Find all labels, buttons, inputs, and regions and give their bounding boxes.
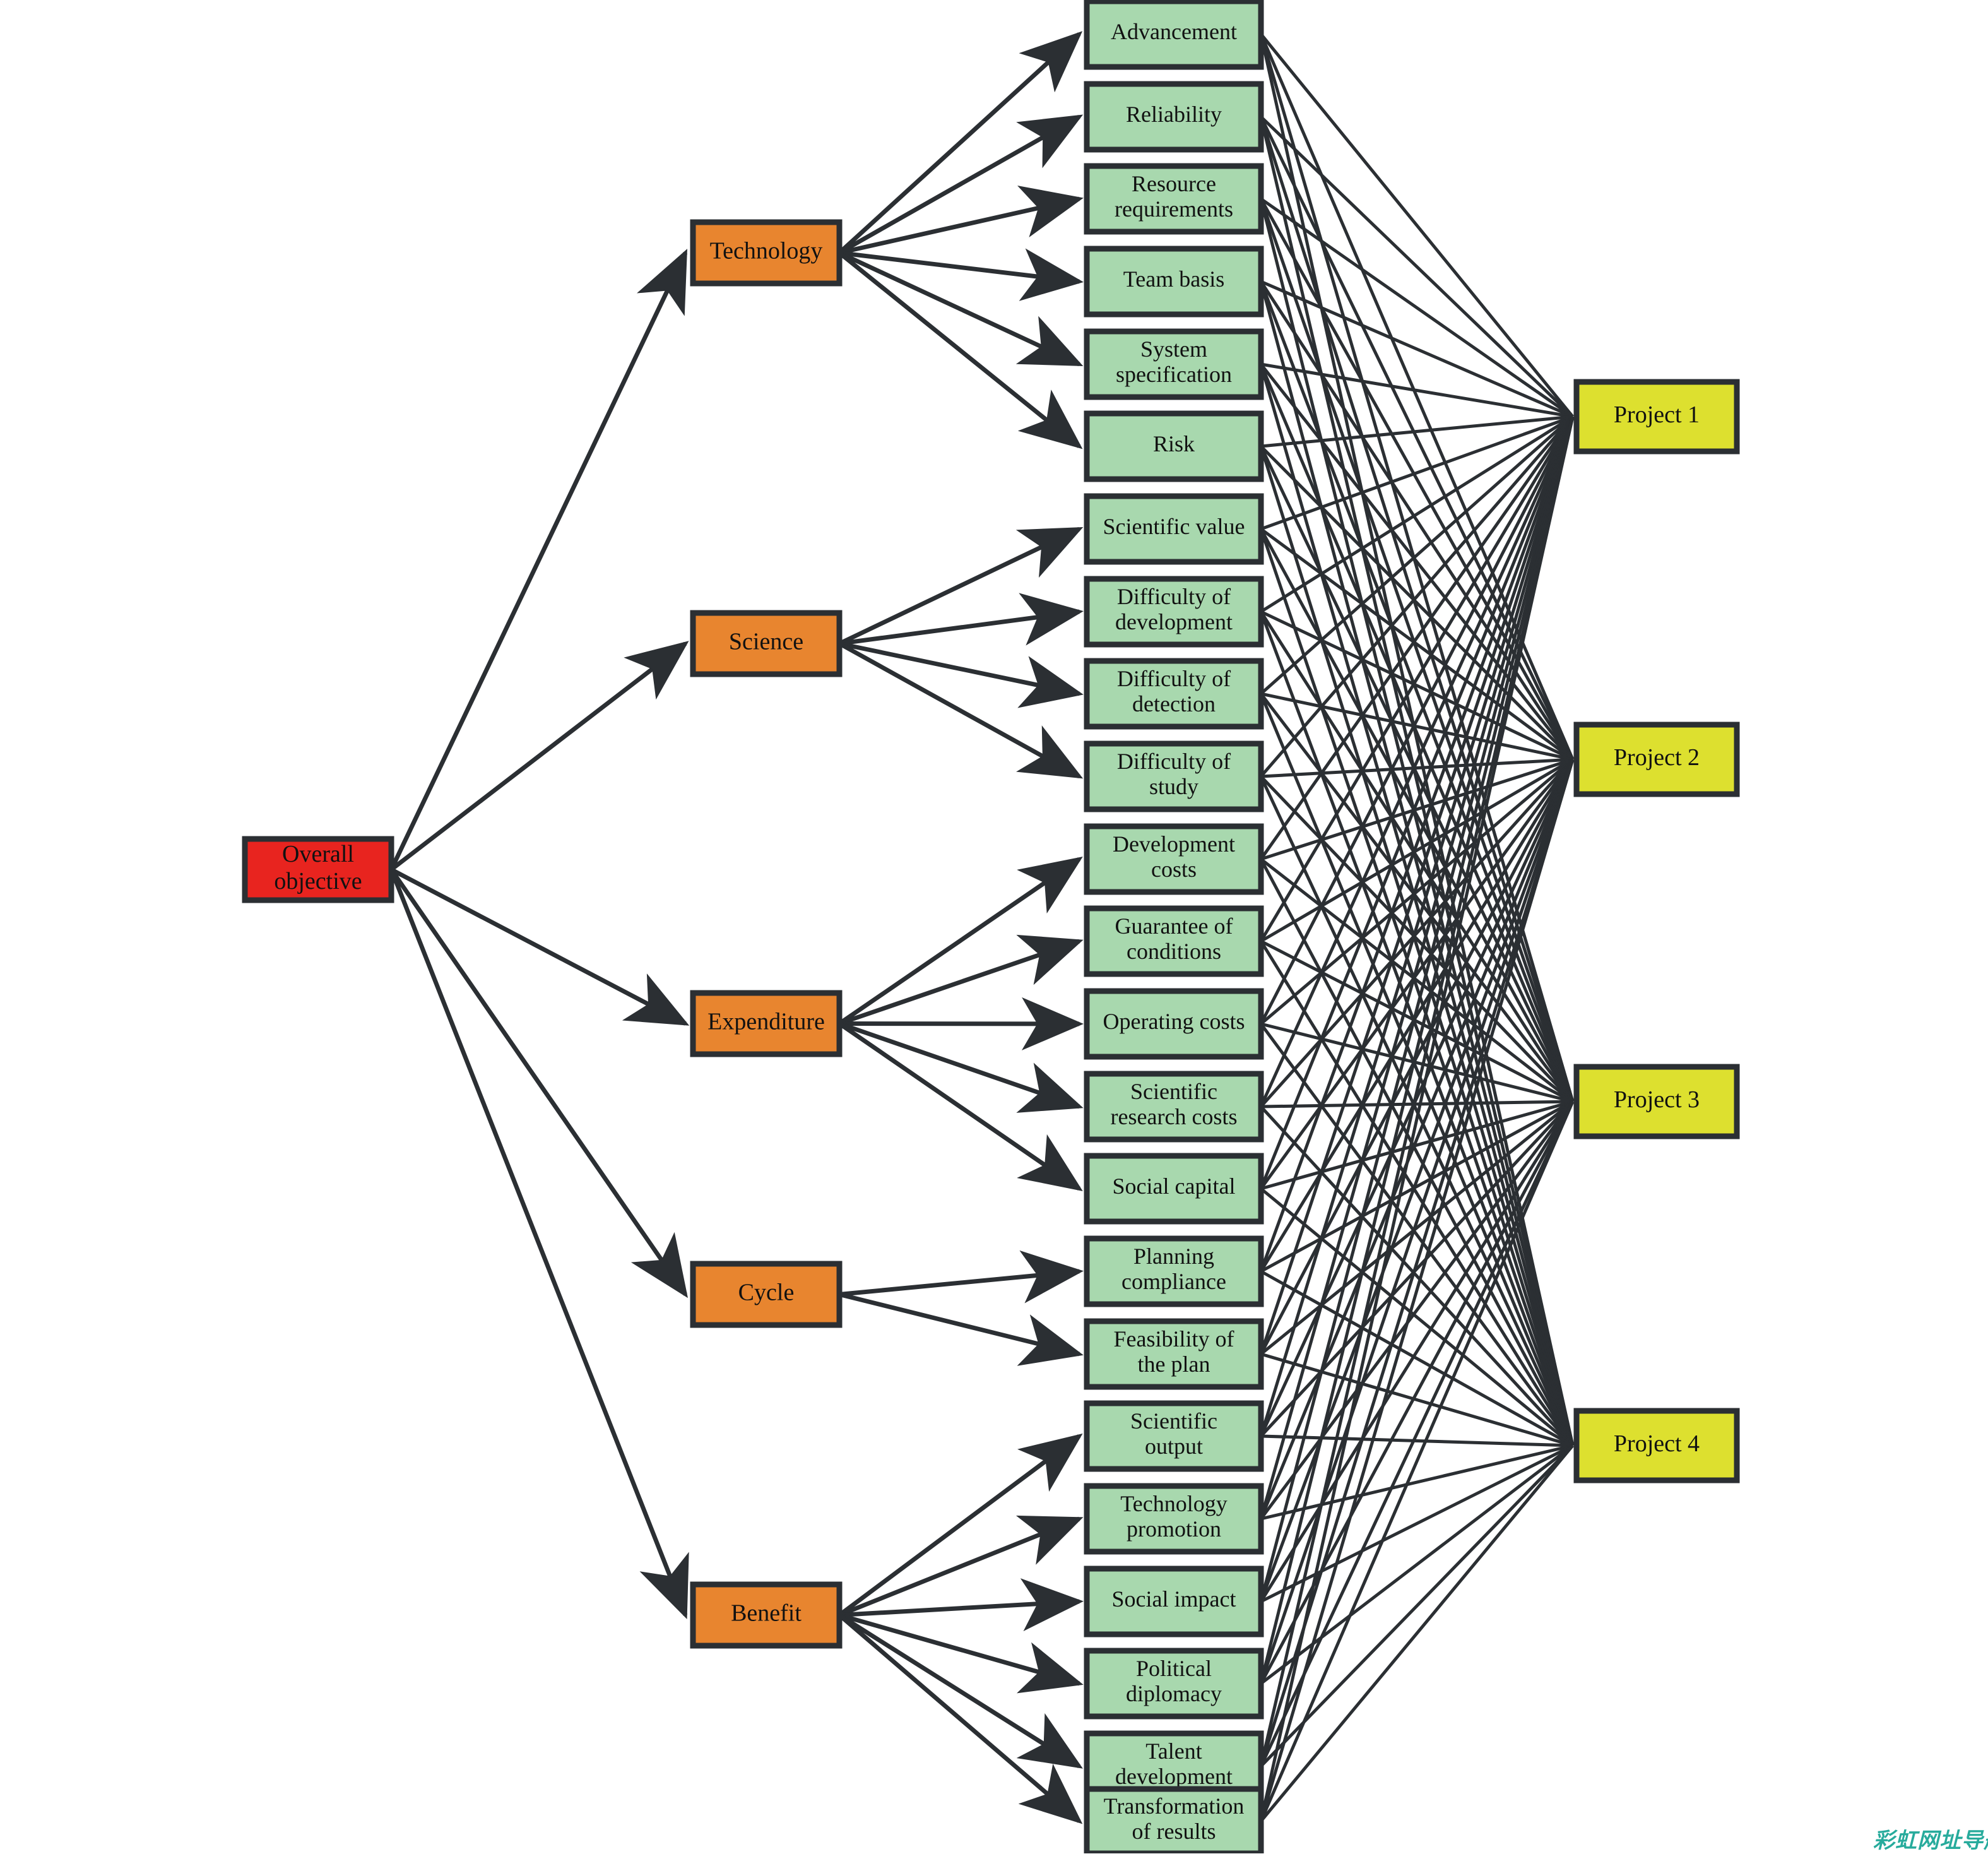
subcriteria-node-s11[interactable]: Development costs [1084, 823, 1264, 895]
goal-node-label: Overall objective [274, 841, 362, 894]
subcriteria-node-s1-label: Advancement [1111, 19, 1237, 44]
links-goal-to-criteria [389, 249, 690, 1620]
subcriteria-node-s20-label: Social impact [1112, 1586, 1236, 1612]
link-criteria-subcriteria [839, 1578, 1084, 1632]
link-goal-criteria [389, 249, 688, 871]
subcriteria-node-s13-label: Operating costs [1103, 1009, 1245, 1034]
alternative-node-p1-label: Project 1 [1614, 401, 1700, 428]
subcriteria-node-s16[interactable]: Planning compliance [1084, 1235, 1264, 1307]
subcriteria-node-s9-label: Difficulty of detection [1117, 666, 1231, 716]
criteria-node-c1-label: Technology [710, 237, 823, 264]
link-criteria-subcriteria [837, 1613, 1083, 1824]
alternative-node-p4[interactable]: Project 4 [1573, 1408, 1740, 1483]
site-watermark: 彩虹网址导航 [1873, 1828, 1988, 1853]
link-criteria-subcriteria [839, 1292, 1084, 1366]
link-criteria-subcriteria [839, 1613, 1084, 1694]
criteria-node-c4-label: Cycle [738, 1279, 795, 1305]
diagram-canvas: Advancement Reliability Resource requiremen… [0, 0, 1988, 1853]
subcriteria-node-s4[interactable]: Team basis [1084, 246, 1264, 318]
links-criteria-to-subcriteria [837, 31, 1084, 1824]
link-criteria-subcriteria [839, 1250, 1084, 1304]
subcriteria-node-s13[interactable]: Operating costs [1084, 988, 1264, 1060]
subcriteria-node-s15[interactable]: Social capital [1084, 1153, 1264, 1225]
criteria-node-c3[interactable]: Expenditure [690, 990, 843, 1057]
links-subcriteria-to-alternatives [1259, 33, 1575, 1822]
criteria-node-c1[interactable]: Technology [690, 219, 843, 287]
link-goal-criteria [390, 867, 690, 1026]
link-subcriteria-alternative [1259, 759, 1575, 1822]
subcriteria-node-s7[interactable]: Scientific value [1084, 493, 1264, 565]
link-criteria-subcriteria [839, 186, 1084, 255]
subcriteria-node-s6-label: Risk [1153, 431, 1195, 456]
subcriteria-node-s3-label: Resource requirements [1115, 171, 1233, 222]
hierarchy-diagram: Advancement Reliability Resource requiremen… [242, 0, 1740, 1853]
subcriteria-node-s14[interactable]: Scientific research costs [1084, 1071, 1264, 1143]
criteria-node-c5[interactable]: Benefit [690, 1581, 843, 1649]
subcriteria-node-s8[interactable]: Difficulty of development [1084, 576, 1264, 648]
subcriteria-node-s2[interactable]: Reliability [1084, 81, 1264, 153]
criteria-node-c4[interactable]: Cycle [690, 1261, 843, 1328]
goal-node[interactable]: Overall objective [242, 836, 394, 903]
subcriteria-node-s18[interactable]: Scientific output [1084, 1400, 1264, 1472]
link-goal-criteria [389, 641, 689, 872]
criteria-node-c2-label: Science [729, 628, 803, 655]
link-criteria-subcriteria [838, 114, 1084, 255]
link-criteria-subcriteria [838, 641, 1084, 779]
subcriteria-node-s2-label: Reliability [1126, 102, 1222, 127]
link-subcriteria-alternative [1259, 198, 1575, 761]
subcriteria-node-s21-label: Political diplomacy [1126, 1656, 1222, 1706]
subcriteria-node-s6[interactable]: Risk [1084, 410, 1264, 482]
subcriteria-node-s23[interactable]: Transformation of results [1084, 1786, 1264, 1853]
link-criteria-subcriteria [837, 31, 1083, 255]
link-subcriteria-alternative [1259, 416, 1575, 1822]
link-subcriteria-alternative [1259, 415, 1575, 860]
alternative-node-p3[interactable]: Project 3 [1573, 1064, 1740, 1139]
subcriteria-node-s19-label: Technology promotion [1120, 1491, 1227, 1542]
link-subcriteria-alternative [1260, 1444, 1574, 1822]
criteria-node-c3-label: Expenditure [707, 1008, 825, 1035]
alternative-node-p2[interactable]: Project 2 [1573, 722, 1740, 797]
link-subcriteria-alternative [1260, 1100, 1573, 1108]
subcriteria-node-s19[interactable]: Technology promotion [1084, 1483, 1264, 1555]
subcriteria-node-s3[interactable]: Resource requirements [1084, 163, 1264, 235]
subcriteria-node-s12[interactable]: Guarantee of conditions [1084, 905, 1264, 977]
alternative-node-p2-label: Project 2 [1614, 744, 1700, 771]
link-criteria-subcriteria [838, 857, 1083, 1026]
subcriteria-node-s4-label: Team basis [1123, 266, 1224, 292]
link-criteria-subcriteria [838, 1515, 1084, 1617]
subcriteria-node-s16-label: Planning compliance [1121, 1244, 1226, 1294]
link-criteria-subcriteria [839, 641, 1084, 708]
subcriteria-node-s12-label: Guarantee of conditions [1115, 913, 1233, 964]
link-criteria-subcriteria [839, 997, 1084, 1050]
link-criteria-subcriteria [838, 934, 1084, 1026]
link-criteria-subcriteria [838, 1613, 1083, 1769]
subcriteria-node-s8-label: Difficulty of development [1115, 584, 1233, 634]
link-criteria-subcriteria [838, 1021, 1084, 1113]
alternative-node-p1[interactable]: Project 1 [1573, 379, 1740, 455]
link-goal-criteria [389, 868, 688, 1298]
subcriteria-node-s17[interactable]: Feasibility of the plan [1084, 1318, 1264, 1390]
criteria-node-c5-label: Benefit [731, 1600, 802, 1626]
link-criteria-subcriteria [838, 1021, 1083, 1191]
subcriteria-node-s20[interactable]: Social impact [1084, 1566, 1264, 1637]
subcriteria-node-s21[interactable]: Political diplomacy [1084, 1648, 1264, 1720]
criteria-node-c2[interactable]: Science [690, 610, 843, 677]
subcriteria-node-s15-label: Social capital [1113, 1174, 1236, 1199]
alternative-node-p4-label: Project 4 [1614, 1430, 1700, 1457]
alternative-node-p3-label: Project 3 [1614, 1086, 1700, 1113]
subcriteria-node-s5[interactable]: System specification [1084, 328, 1264, 400]
subcriteria-node-s7-label: Scientific value [1103, 514, 1245, 539]
subcriteria-node-s9[interactable]: Difficulty of detection [1084, 658, 1264, 730]
link-subcriteria-alternative [1260, 33, 1574, 418]
subcriteria-node-s1[interactable]: Advancement [1084, 0, 1264, 70]
subcriteria-node-s10[interactable]: Difficulty of study [1084, 740, 1264, 812]
link-goal-criteria [389, 869, 689, 1620]
link-criteria-subcriteria [837, 1433, 1083, 1617]
